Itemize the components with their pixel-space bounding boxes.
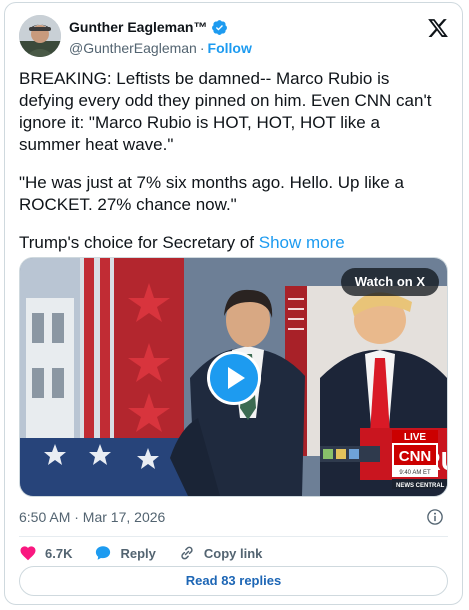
show-more-link[interactable]: Show more bbox=[259, 233, 345, 252]
tweet-header: Gunther Eagleman™ @GuntherEagleman · Follo… bbox=[19, 15, 449, 59]
follow-button[interactable]: Follow bbox=[208, 40, 252, 56]
tweet-card: Gunther Eagleman™ @GuntherEagleman · Follo… bbox=[4, 2, 463, 605]
tweet-paragraph-1: BREAKING: Leftists be damned-- Marco Rub… bbox=[19, 69, 432, 154]
author-handle[interactable]: @GuntherEagleman bbox=[69, 40, 197, 56]
divider bbox=[19, 536, 448, 537]
author-name[interactable]: Gunther Eagleman™ bbox=[69, 18, 207, 36]
author-info: Gunther Eagleman™ @GuntherEagleman · Follo… bbox=[69, 18, 252, 57]
copy-link-label: Copy link bbox=[203, 545, 263, 561]
heart-icon bbox=[20, 546, 36, 561]
copy-link-button[interactable]: Copy link bbox=[178, 544, 263, 562]
verified-badge-icon bbox=[211, 19, 228, 36]
read-replies-button[interactable]: Read 83 replies bbox=[19, 566, 448, 596]
tweet-timestamp[interactable]: 6:50 AM · Mar 17, 2026 bbox=[19, 508, 165, 526]
like-count: 6.7K bbox=[45, 545, 73, 561]
live-badge: LIVE bbox=[404, 432, 427, 443]
play-icon bbox=[228, 367, 245, 389]
tweet-paragraph-2: "He was just at 7% six months ago. Hello… bbox=[19, 173, 404, 214]
cnn-logo: CNN bbox=[399, 448, 432, 465]
separator-dot: · bbox=[199, 40, 205, 56]
reply-label: Reply bbox=[120, 545, 156, 561]
x-logo-icon[interactable] bbox=[427, 17, 449, 39]
like-button[interactable]: 6.7K bbox=[19, 544, 72, 562]
avatar[interactable] bbox=[19, 15, 61, 57]
reply-bubble-icon bbox=[96, 546, 111, 560]
clock-label: 9:40 AM ET bbox=[399, 470, 431, 476]
link-icon bbox=[181, 546, 193, 560]
action-bar: 6.7K Reply Copy link bbox=[19, 541, 284, 565]
video-player[interactable]: RU LIVE CNN 9:40 AM ET NEWS CENTRAL Watc… bbox=[19, 257, 448, 497]
tweet-paragraph-3: Trump's choice for Secretary of Show mor… bbox=[19, 232, 439, 254]
reply-button[interactable]: Reply bbox=[94, 544, 156, 562]
tweet-paragraph-3-text: Trump's choice for Secretary of bbox=[19, 233, 255, 252]
ticker-label: NEWS CENTRAL bbox=[396, 483, 445, 489]
info-icon[interactable] bbox=[426, 508, 444, 526]
watch-on-x-button[interactable]: Watch on X bbox=[340, 268, 439, 296]
tweet-text: BREAKING: Leftists be damned-- Marco Rub… bbox=[19, 68, 439, 270]
play-button[interactable] bbox=[207, 351, 261, 405]
